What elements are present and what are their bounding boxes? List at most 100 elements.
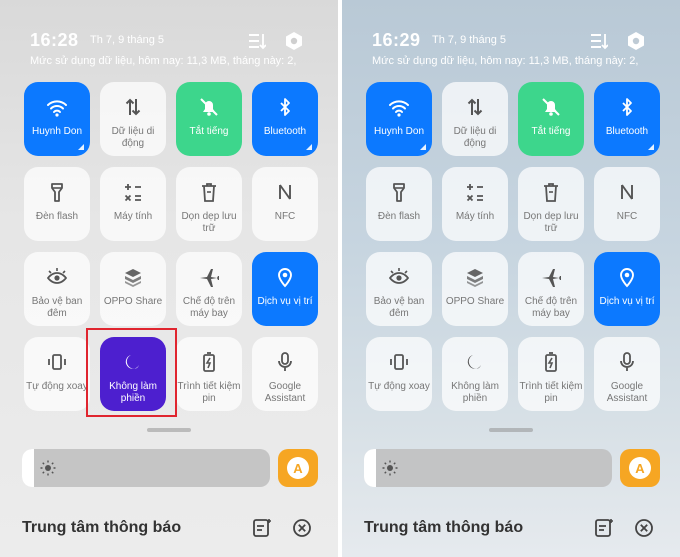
notification-settings-icon[interactable]	[594, 518, 614, 538]
data-usage-text: Mức sử dụng dữ liệu, hôm nay: 11,3 MB, t…	[30, 55, 297, 67]
tile-battery-saver[interactable]: Trình tiết kiệm pin	[176, 337, 242, 411]
drag-handle[interactable]	[147, 428, 191, 432]
tile-auto-rotate[interactable]: Tự động xoay	[24, 337, 90, 411]
tile-trash[interactable]: Dọn dẹp lưu trữ	[518, 167, 584, 241]
location-icon	[620, 268, 634, 288]
edit-tiles-icon[interactable]	[590, 32, 608, 50]
flashlight-icon	[393, 183, 405, 202]
settings-icon[interactable]	[626, 31, 646, 51]
tile-label: Google Assistant	[606, 381, 648, 404]
tile-trash[interactable]: Dọn dẹp lưu trữ	[176, 167, 242, 241]
wifi-icon	[47, 100, 67, 117]
tile-label: Bảo vệ ban đêm	[31, 296, 83, 319]
status-bar: 16:29 Th 7, 9 tháng 5	[372, 28, 660, 58]
tile-flashlight[interactable]: Đèn flash	[366, 167, 432, 241]
tile-microphone[interactable]: Google Assistant	[594, 337, 660, 411]
notification-center-header: Trung tâm thông báo	[22, 514, 318, 544]
notification-center-title: Trung tâm thông báo	[22, 519, 182, 536]
tile-label: Dịch vụ vị trí	[257, 296, 313, 307]
clock: 16:29	[372, 30, 421, 50]
tile-eye[interactable]: Bảo vệ ban đêm	[366, 252, 432, 326]
tile-bluetooth[interactable]: Bluetooth	[594, 82, 660, 156]
tile-label: Google Assistant	[264, 381, 306, 404]
brightness-slider[interactable]	[22, 449, 270, 487]
tile-label: Không làm phiền	[451, 381, 499, 404]
tile-oppo-share[interactable]: OPPO Share	[442, 252, 508, 326]
calculator-icon	[466, 184, 483, 202]
tile-nfc[interactable]: NFC	[252, 167, 318, 241]
oppo-share-icon	[125, 269, 141, 287]
tile-eye[interactable]: Bảo vệ ban đêm	[24, 252, 90, 326]
tile-label: NFC	[274, 211, 296, 222]
trash-icon	[544, 183, 558, 202]
location-icon	[278, 268, 292, 288]
tile-mute-bell[interactable]: Tắt tiếng	[518, 82, 584, 156]
battery-saver-icon	[545, 352, 557, 372]
tile-label: Tắt tiếng	[189, 126, 229, 137]
tile-label: Dọn dẹp lưu trữ	[181, 211, 237, 234]
edit-tiles-icon[interactable]	[248, 32, 266, 50]
tile-label: Chế độ trên máy bay	[524, 296, 578, 319]
tile-label: Đèn flash	[377, 211, 421, 222]
auto-rotate-icon	[48, 354, 66, 370]
brightness-slider[interactable]	[364, 449, 612, 487]
tile-airplane[interactable]: Chế độ trên máy bay	[176, 252, 242, 326]
tile-label: OPPO Share	[103, 296, 163, 307]
auto-brightness-label: A	[287, 457, 309, 479]
eye-icon	[388, 268, 410, 284]
tile-airplane[interactable]: Chế độ trên máy bay	[518, 252, 584, 326]
tile-flashlight[interactable]: Đèn flash	[24, 167, 90, 241]
tile-label: OPPO Share	[445, 296, 505, 307]
tile-battery-saver[interactable]: Trình tiết kiệm pin	[518, 337, 584, 411]
brightness-fill	[22, 449, 35, 487]
settings-icon[interactable]	[284, 31, 304, 51]
tile-bluetooth[interactable]: Bluetooth	[252, 82, 318, 156]
tile-calculator[interactable]: Máy tính	[442, 167, 508, 241]
tile-mute-bell[interactable]: Tắt tiếng	[176, 82, 242, 156]
nfc-icon	[279, 184, 291, 200]
calculator-icon	[124, 184, 141, 202]
tile-wifi[interactable]: Huynh Don	[24, 82, 90, 156]
auto-brightness-button[interactable]: A	[278, 449, 318, 487]
tile-location[interactable]: Dịch vụ vị trí	[252, 252, 318, 326]
drag-handle[interactable]	[489, 428, 533, 432]
sun-icon	[40, 460, 56, 476]
trash-icon	[202, 183, 216, 202]
tile-microphone[interactable]: Google Assistant	[252, 337, 318, 411]
tile-nfc[interactable]: NFC	[594, 167, 660, 241]
tile-mobile-data[interactable]: Dữ liệu di động	[442, 82, 508, 156]
tile-label: Tắt tiếng	[531, 126, 571, 137]
tile-location[interactable]: Dịch vụ vị trí	[594, 252, 660, 326]
notification-settings-icon[interactable]	[252, 518, 272, 538]
brightness-fill	[364, 449, 377, 487]
notification-center-header: Trung tâm thông báo	[364, 514, 660, 544]
screen-before: 16:28 Th 7, 9 tháng 5 Mức sử dụng dữ liệ…	[0, 0, 338, 557]
tile-label: Bluetooth	[605, 126, 649, 137]
tile-label: Máy tính	[113, 211, 153, 222]
tile-calculator[interactable]: Máy tính	[100, 167, 166, 241]
tile-moon[interactable]: Không làm phiền	[442, 337, 508, 411]
clear-all-icon[interactable]	[292, 518, 312, 538]
airplane-icon	[200, 269, 219, 287]
tile-label: Đèn flash	[35, 211, 79, 222]
tile-label: Dữ liệu di động	[111, 126, 155, 149]
tile-mobile-data[interactable]: Dữ liệu di động	[100, 82, 166, 156]
date: Th 7, 9 tháng 5	[90, 34, 164, 46]
tile-wifi[interactable]: Huynh Don	[366, 82, 432, 156]
auto-brightness-button[interactable]: A	[620, 449, 660, 487]
tile-auto-rotate[interactable]: Tự động xoay	[366, 337, 432, 411]
tile-label: Bluetooth	[263, 126, 307, 137]
tile-label: Tự động xoay	[368, 381, 430, 392]
expand-indicator	[306, 144, 312, 150]
status-bar: 16:28 Th 7, 9 tháng 5	[30, 28, 318, 58]
tile-oppo-share[interactable]: OPPO Share	[100, 252, 166, 326]
mobile-data-icon	[467, 98, 483, 116]
bluetooth-icon	[622, 98, 632, 116]
microphone-icon	[278, 352, 292, 371]
tile-label: NFC	[616, 211, 638, 222]
flashlight-icon	[51, 183, 63, 202]
data-usage-text: Mức sử dụng dữ liệu, hôm nay: 11,3 MB, t…	[372, 55, 639, 67]
tile-label: Tự động xoay	[26, 381, 88, 392]
tile-label: Dữ liệu di động	[453, 126, 497, 149]
clear-all-icon[interactable]	[634, 518, 654, 538]
